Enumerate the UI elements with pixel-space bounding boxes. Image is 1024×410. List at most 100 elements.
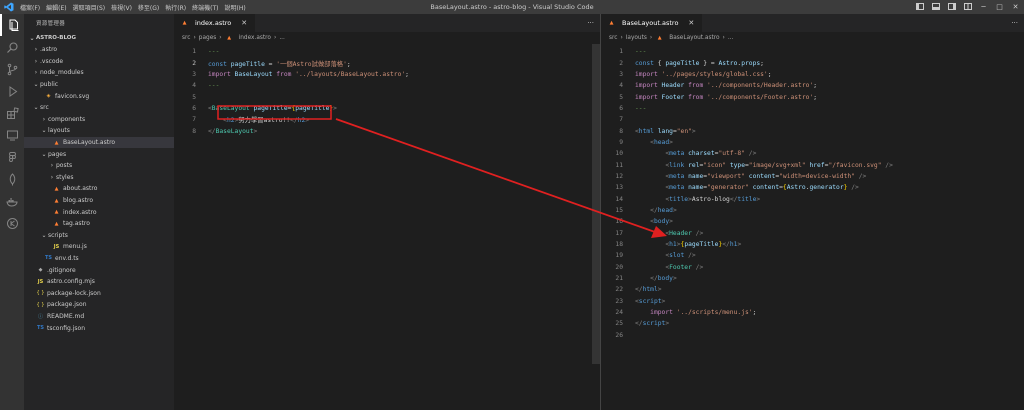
menu-file[interactable]: 檔案(F) (20, 3, 40, 12)
editor-group-right: ▲ BaseLayout.astro ✕ ··· src › layouts › ▲ Ba… (601, 14, 1024, 410)
tree-item[interactable]: ⌄ public (24, 79, 174, 91)
menu-view[interactable]: 檢視(V) (111, 3, 132, 12)
tree-item[interactable]: › styles (24, 172, 174, 184)
extensions-icon[interactable] (0, 102, 24, 124)
code-token: ; (767, 70, 772, 78)
more-actions-icon[interactable]: ··· (587, 19, 594, 27)
toggle-secondary-sidebar-icon[interactable] (947, 2, 956, 11)
tree-item[interactable]: ▲ blog.astro (24, 195, 174, 207)
explorer-icon[interactable] (0, 14, 24, 36)
toggle-sidebar-icon[interactable] (915, 2, 924, 11)
timeline-icon[interactable] (0, 212, 24, 234)
menu-go[interactable]: 移至(G) (138, 3, 159, 12)
code-token: "width=device-width" (779, 172, 855, 180)
figma-icon[interactable] (0, 146, 24, 168)
line-number: 13 (615, 184, 623, 192)
menu-help[interactable]: 說明(H) (224, 3, 245, 12)
tree-item-label: package-lock.json (47, 289, 101, 297)
code-token: --- (635, 48, 647, 56)
breadcrumb-item[interactable]: BaseLayout.astro (669, 35, 719, 41)
tree-item[interactable]: ⌄ layouts (24, 125, 174, 137)
code-token: > (657, 286, 662, 294)
close-icon[interactable]: ✕ (688, 19, 694, 27)
tab-baselayout-astro[interactable]: ▲ BaseLayout.astro ✕ (601, 14, 703, 32)
line-number: 3 (192, 70, 196, 78)
tree-item[interactable]: ⌄ src (24, 102, 174, 114)
tree-item[interactable]: ▲ BaseLayout.astro (24, 136, 174, 149)
close-icon[interactable]: ✕ (241, 19, 247, 27)
code-line: 18 <h1>{pageTitle}</h1> (601, 239, 1024, 250)
toggle-panel-icon[interactable] (931, 2, 940, 11)
tree-item[interactable]: ▲ tag.astro (24, 218, 174, 230)
code-token: 努力學習astro!! (238, 117, 291, 125)
breadcrumb-item[interactable]: src (609, 35, 617, 41)
search-icon[interactable] (0, 36, 24, 58)
menu-run[interactable]: 執行(R) (165, 3, 186, 12)
tree-item-label: .gitignore (47, 266, 76, 274)
more-actions-icon[interactable]: ··· (1011, 19, 1018, 27)
tab-index-astro[interactable]: ▲ index.astro ✕ (174, 14, 256, 32)
code-token: Astro (786, 184, 806, 192)
tree-item[interactable]: › components (24, 114, 174, 126)
tree-item[interactable]: ◆ .gitignore (24, 264, 174, 276)
customize-layout-icon[interactable] (963, 2, 972, 11)
source-control-icon[interactable] (0, 58, 24, 80)
tree-item[interactable]: { } package.json (24, 299, 174, 311)
tree-item-label: tsconfig.json (47, 324, 86, 332)
docker-icon[interactable] (0, 190, 24, 212)
menu-selection[interactable]: 選取項目(S) (73, 3, 106, 12)
breadcrumb-item[interactable]: ... (279, 35, 285, 41)
tree-item[interactable]: ⌄ scripts (24, 230, 174, 242)
code-line: 5 (174, 91, 600, 102)
tree-item[interactable]: TS tsconfig.json (24, 322, 174, 334)
tree-item[interactable]: › .astro (24, 44, 174, 56)
code-token: const (208, 60, 231, 68)
code-editor-right[interactable]: 1 --- 2 const { pageTitle } = Astro.props; 3… (601, 44, 1024, 341)
menu-terminal[interactable]: 終端機(T) (192, 3, 218, 12)
tree-item[interactable]: ⓘ README.md (24, 311, 174, 323)
code-line: 2 const { pageTitle } = Astro.props; (601, 57, 1024, 68)
code-token: html (638, 127, 654, 135)
tree-item[interactable]: ◈ favicon.svg (24, 90, 174, 102)
scrollbar[interactable] (592, 44, 600, 364)
breadcrumb-item[interactable]: ... (728, 35, 734, 41)
chevron-right-icon: › (620, 35, 623, 41)
tree-item[interactable]: ▲ index.astro (24, 206, 174, 218)
editor-group-left: ▲ index.astro ✕ ··· src › pages › ▲ index.ast… (174, 14, 601, 410)
tree-item[interactable]: ⌄ pages (24, 148, 174, 160)
tree-item-label: README.md (47, 312, 85, 320)
vscode-logo-icon[interactable] (0, 0, 18, 14)
tree-item[interactable]: › .vscode (24, 56, 174, 68)
close-icon[interactable]: ✕ (1011, 2, 1020, 11)
code-editor-left[interactable]: 1 --- 2 const pageTitle = '一個Astro試做部落格'; 3 i… (174, 44, 600, 137)
tree-item[interactable]: › posts (24, 160, 174, 172)
code-token: </ (722, 241, 730, 249)
menu-edit[interactable]: 編輯(E) (46, 3, 66, 12)
minimize-icon[interactable]: ─ (979, 2, 988, 11)
maximize-icon[interactable]: □ (995, 2, 1004, 11)
code-token: "image/svg+xml" (748, 161, 806, 169)
breadcrumb-item[interactable]: src (182, 35, 190, 41)
tree-item[interactable]: ▲ about.astro (24, 183, 174, 195)
tree-item[interactable]: { } package-lock.json (24, 287, 174, 299)
code-token: --- (208, 82, 220, 90)
remote-explorer-icon[interactable] (0, 124, 24, 146)
code-token: > (691, 127, 696, 135)
tree-item[interactable]: JS menu.js (24, 241, 174, 253)
breadcrumb-item[interactable]: pages (199, 35, 217, 41)
tree-item[interactable]: TS env.d.ts (24, 253, 174, 265)
run-debug-icon[interactable] (0, 80, 24, 102)
mongodb-leaf-icon[interactable] (0, 168, 24, 190)
tree-item-label: layouts (48, 127, 70, 135)
tree-item-label: posts (56, 162, 73, 170)
line-number: 20 (615, 263, 623, 271)
line-number: 26 (615, 331, 623, 339)
tree-item[interactable]: JS astro.config.mjs (24, 276, 174, 288)
tree-item[interactable]: › node_modules (24, 67, 174, 79)
breadcrumb-item[interactable]: index.astro (239, 35, 271, 41)
breadcrumb-item[interactable]: layouts (626, 35, 647, 41)
workspace-root[interactable]: ⌄ ASTRO-BLOG (24, 32, 174, 44)
